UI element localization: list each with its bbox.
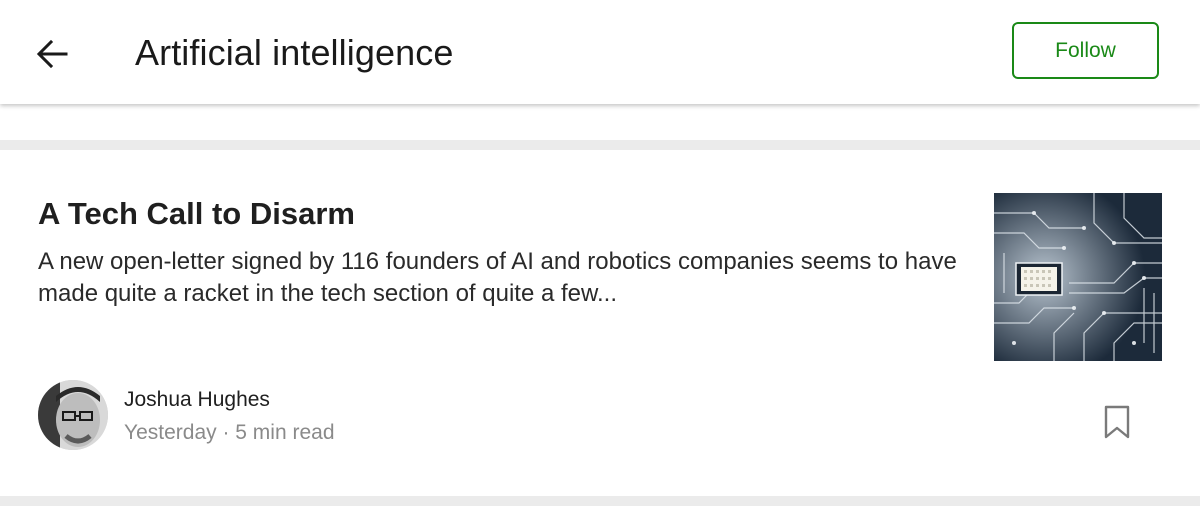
top-spacer: [0, 104, 1200, 140]
author-avatar[interactable]: [38, 380, 108, 450]
person-photo-icon: [38, 380, 108, 450]
next-card-edge: [0, 506, 1200, 517]
section-divider-bottom: [0, 496, 1200, 506]
article-card[interactable]: A Tech Call to Disarm A new open-letter …: [0, 150, 1200, 496]
author-name[interactable]: Joshua Hughes: [124, 386, 270, 414]
bookmark-button[interactable]: [1098, 400, 1136, 444]
read-time: 5 min read: [235, 421, 335, 444]
post-date: Yesterday: [124, 421, 217, 444]
arrow-left-icon: [36, 39, 68, 69]
bookmark-icon: [1104, 405, 1130, 439]
meta-separator: ·: [216, 421, 236, 444]
back-button[interactable]: [32, 34, 72, 74]
article-excerpt[interactable]: A new open-letter signed by 116 founders…: [38, 246, 968, 310]
app-bar: Artificial intelligence Follow: [0, 0, 1200, 104]
circuit-board-image[interactable]: [994, 193, 1162, 361]
page-title: Artificial intelligence: [135, 32, 454, 73]
follow-button[interactable]: Follow: [1012, 22, 1159, 79]
section-divider: [0, 140, 1200, 150]
article-title[interactable]: A Tech Call to Disarm: [38, 194, 355, 234]
post-meta: Yesterday · 5 min read: [124, 419, 335, 447]
